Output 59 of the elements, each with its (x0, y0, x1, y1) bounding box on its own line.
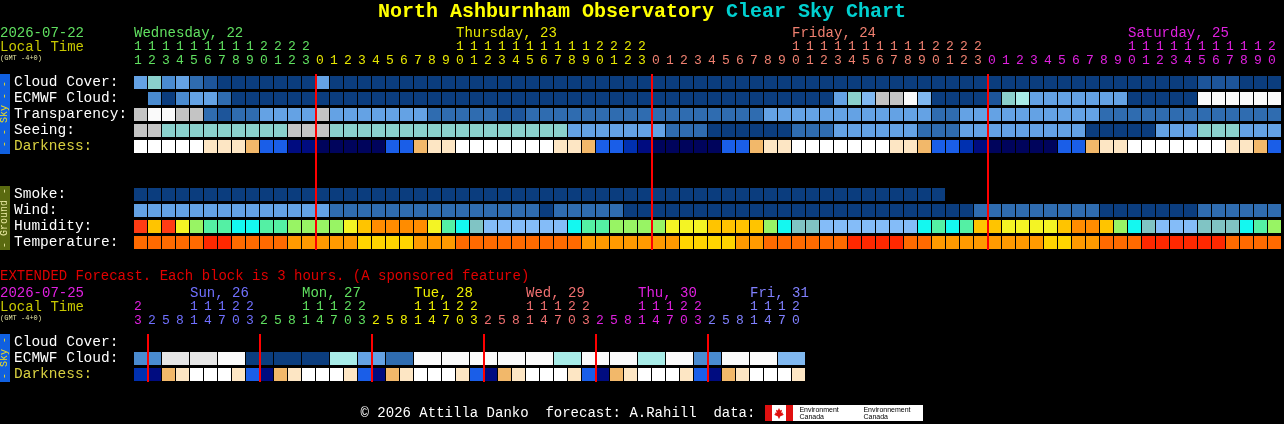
maple-leaf-flag-icon (765, 405, 794, 421)
hour-tens-digits: 1 1 1 2 2 (638, 299, 701, 314)
forecast-date: 2026-07-22 (0, 26, 85, 40)
day-label: Sun, 26 (190, 285, 249, 301)
hour-tens-digits: 1 1 1 1 1 1 1 1 1 1 2 (1128, 39, 1276, 54)
hour-ones-digits: 2 5 8 1 4 7 0 3 (372, 313, 478, 328)
day-label: Saturday, 25 (1128, 25, 1229, 41)
midnight-line (595, 334, 597, 382)
hour-tens-digits: 2 (134, 299, 141, 314)
hour-tens-digits: 1 1 1 2 2 (414, 299, 477, 314)
midnight-line (259, 334, 261, 382)
hour-tens-digits: 1 1 1 1 1 1 1 1 1 1 2 2 2 2 (792, 39, 982, 54)
hour-tens-digits: 1 1 1 1 1 1 1 1 1 1 2 2 2 2 (456, 39, 646, 54)
hour-ones-digits: 3 (134, 313, 141, 328)
row-label: Darkness: (13, 366, 94, 382)
hour-tens-digits: 1 1 1 2 (750, 299, 799, 314)
hour-ones-digits: 2 5 8 1 4 7 0 3 (596, 313, 702, 328)
hour-ones-digits: 2 5 8 1 4 7 0 3 (260, 313, 366, 328)
hour-ones-digits: 0 1 2 3 4 5 6 7 8 9 0 1 2 3 4 5 6 7 8 9 0 1 2 3 (316, 53, 646, 68)
midnight-line (707, 334, 709, 382)
extended-heading: EXTENDED Forecast. Each block is 3 hours. (A sponsored feature) (0, 268, 531, 284)
day-label: Wed, 29 (526, 285, 585, 301)
row-label: ECMWF Cloud: (13, 90, 120, 106)
day-label: Mon, 27 (302, 285, 361, 301)
hour-ones-digits: 2 5 8 1 4 7 0 3 (484, 313, 590, 328)
hour-tens-digits: 1 1 1 1 1 1 1 1 1 2 2 2 2 (134, 39, 310, 54)
local-time-label: Local Time (0, 300, 85, 314)
midnight-line (483, 334, 485, 382)
hour-ones-digits: 0 1 2 3 4 5 6 7 8 9 0 1 2 3 4 5 6 7 8 9 0 1 2 3 (652, 53, 982, 68)
day-label: Friday, 24 (792, 25, 876, 41)
row-label: ECMWF Cloud: (13, 350, 120, 366)
row-label: Humidity: (13, 218, 94, 234)
credits-text: © 2026 Attilla Danko forecast: A.Rahill data: (360, 405, 756, 421)
chart-title: Clear Sky Chart (726, 0, 907, 24)
day-label: Thursday, 23 (456, 25, 557, 41)
forecast-date: 2026-07-25 (0, 286, 85, 300)
hour-tens-digits: 1 1 1 2 2 (302, 299, 365, 314)
local-time-label: Local Time (0, 40, 85, 54)
row-label: Temperature: (13, 234, 120, 250)
hour-ones-digits: 2 5 8 1 4 7 0 (708, 313, 800, 328)
observatory-title: North Ashburnham Observatory (377, 0, 714, 24)
row-label: Smoke: (13, 186, 68, 202)
row-label: Transparency: (13, 106, 129, 122)
row-label: Seeing: (13, 122, 76, 138)
row-label: Cloud Cover: (13, 74, 120, 90)
hour-tens-digits: 1 1 1 2 2 (190, 299, 253, 314)
row-label: Wind: (13, 202, 59, 218)
day-label: Thu, 30 (638, 285, 697, 301)
day-label: Fri, 31 (750, 285, 809, 301)
hour-ones-digits: 1 2 3 4 5 6 7 8 9 0 1 2 3 (134, 53, 310, 68)
hour-ones-digits: 2 5 8 1 4 7 0 3 (148, 313, 254, 328)
midnight-line (147, 334, 149, 382)
row-label: Darkness: (13, 138, 94, 154)
day-label: Tue, 28 (414, 285, 473, 301)
midnight-line (371, 334, 373, 382)
hour-tens-digits: 1 1 1 2 2 (526, 299, 589, 314)
day-label: Wednesday, 22 (134, 25, 244, 41)
hour-ones-digits: 0 1 2 3 4 5 6 7 8 9 0 1 2 3 4 5 6 7 8 9 0 (988, 53, 1276, 68)
row-label: Cloud Cover: (13, 334, 120, 350)
